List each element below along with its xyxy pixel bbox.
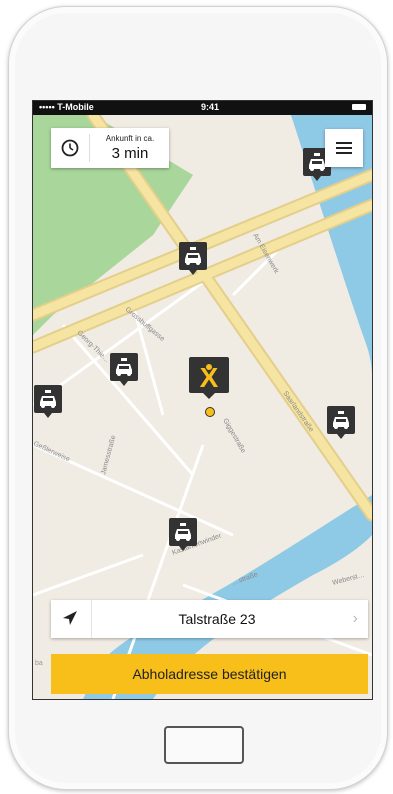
taxi-marker[interactable] xyxy=(327,406,355,442)
menu-button[interactable] xyxy=(325,129,363,167)
eta-card: Ankunft in ca. 3 min xyxy=(51,128,169,168)
address-bar[interactable]: Talstraße 23 › xyxy=(51,600,368,638)
clock-icon xyxy=(61,139,79,157)
hamburger-menu-icon xyxy=(336,142,352,144)
carrier-label: ••••• T-Mobile xyxy=(39,102,94,112)
taxi-icon xyxy=(34,385,62,418)
clock-time: 9:41 xyxy=(201,102,220,112)
taxi-icon xyxy=(327,406,355,439)
address-text[interactable]: Talstraße 23 xyxy=(92,600,342,638)
app-screen: ••••• T-Mobile 9:41 Saarlandstraße Gross… xyxy=(32,100,373,700)
map-legal-label[interactable]: ba xyxy=(35,660,43,667)
chevron-right-icon[interactable]: › xyxy=(353,600,358,638)
taxi-marker[interactable] xyxy=(169,518,197,554)
taxi-icon xyxy=(179,242,207,275)
taxi-icon xyxy=(110,353,138,386)
eta-label: Ankunft in ca. xyxy=(105,134,155,143)
taxi-icon xyxy=(169,518,197,551)
location-arrow-icon[interactable] xyxy=(59,609,79,629)
taxi-marker[interactable] xyxy=(179,242,207,278)
taxi-marker[interactable] xyxy=(110,353,138,389)
home-button[interactable] xyxy=(164,726,244,764)
confirm-pickup-button[interactable]: Abholadresse bestätigen xyxy=(51,654,368,694)
eta-value: 3 min xyxy=(111,145,149,162)
status-bar: ••••• T-Mobile 9:41 xyxy=(33,101,372,115)
pickup-location-dot xyxy=(205,407,215,417)
app-logo-marker[interactable]: X xyxy=(189,357,229,416)
taxi-marker[interactable] xyxy=(34,385,62,421)
battery-icon xyxy=(352,104,366,110)
